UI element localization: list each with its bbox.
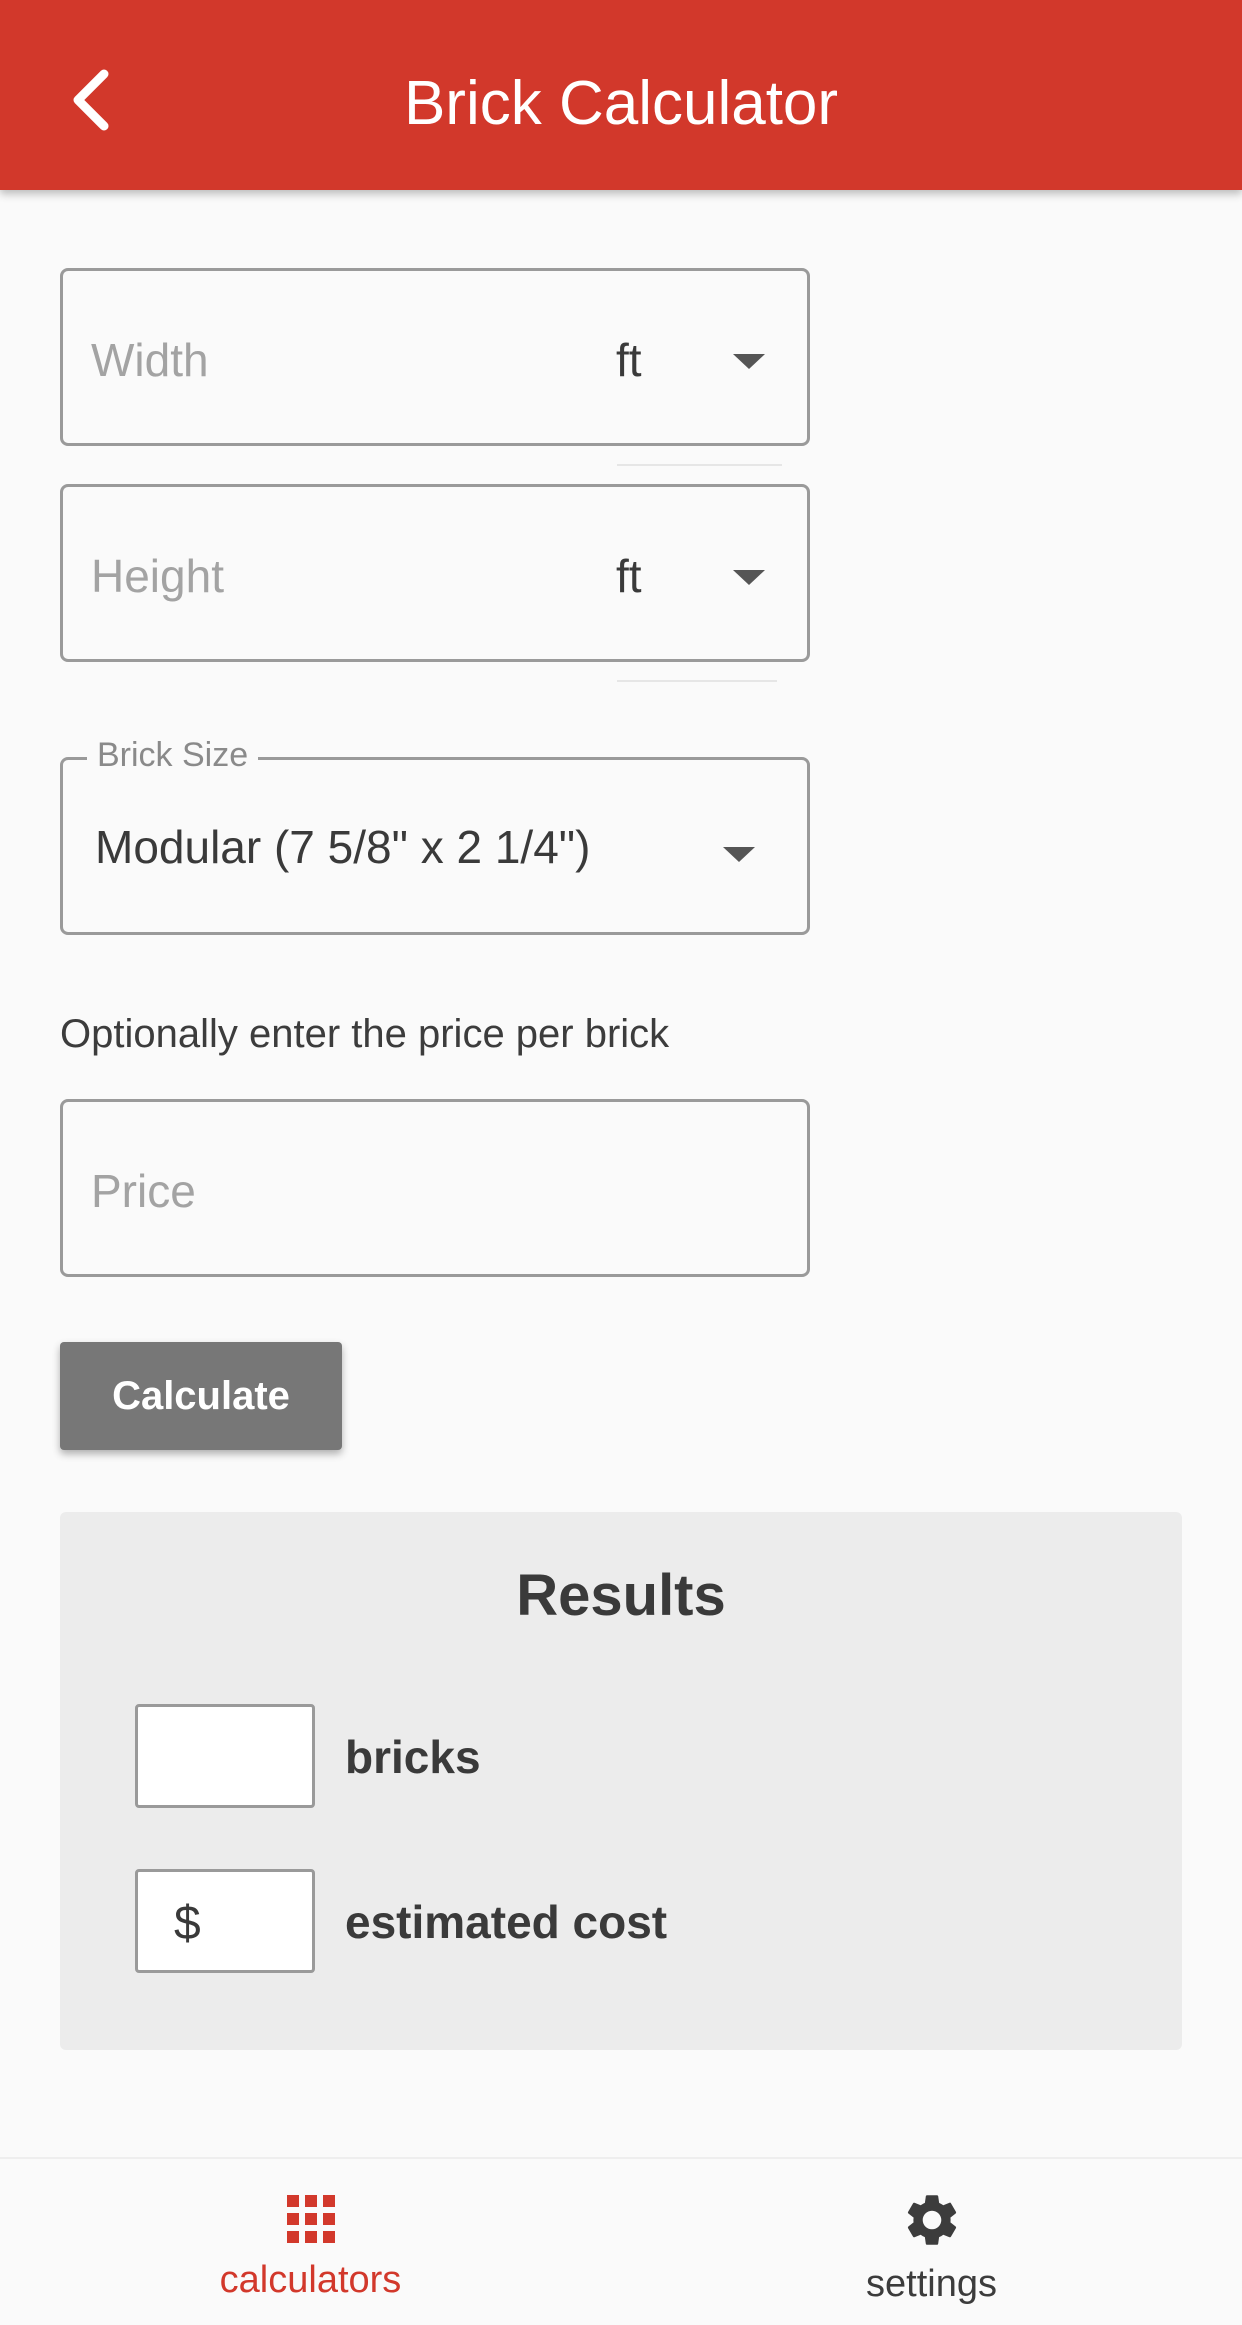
height-field[interactable]: Height ft <box>60 484 810 662</box>
bricks-result-box <box>135 1704 315 1808</box>
height-unit-underline <box>617 680 777 682</box>
app-bar: Brick Calculator <box>0 0 1242 190</box>
height-unit-select[interactable]: ft <box>616 549 642 603</box>
chevron-down-icon[interactable] <box>733 570 765 585</box>
height-input[interactable]: Height <box>91 549 224 603</box>
bricks-label: bricks <box>345 1731 481 1783</box>
width-unit-underline <box>617 464 782 466</box>
page-title: Brick Calculator <box>403 69 839 138</box>
width-field[interactable]: Width ft <box>60 268 810 446</box>
nav-label-calculators: calculators <box>219 2259 402 2301</box>
bottom-navigation: calculators settings <box>0 2157 1242 2325</box>
currency-prefix: $ <box>174 1897 201 1950</box>
nav-item-settings[interactable]: settings <box>621 2159 1242 2325</box>
results-title: Results <box>516 1563 726 1628</box>
results-panel: Results bricks $ estimated cost <box>60 1512 1182 2050</box>
cost-label: estimated cost <box>345 1896 668 1948</box>
price-field[interactable]: Price <box>60 1099 810 1277</box>
brick-size-select[interactable]: Brick Size Modular (7 5/8" x 2 1/4") <box>60 736 810 935</box>
gear-icon <box>907 2195 956 2245</box>
nav-item-calculators[interactable]: calculators <box>0 2159 621 2325</box>
brick-size-label: Brick Size <box>87 736 259 775</box>
nav-label-settings: settings <box>866 2263 997 2305</box>
price-input[interactable]: Price <box>91 1164 196 1218</box>
width-unit-select[interactable]: ft <box>616 333 642 387</box>
brick-size-value[interactable]: Modular (7 5/8" x 2 1/4") <box>95 820 590 874</box>
calculate-button[interactable]: Calculate <box>60 1342 342 1450</box>
cost-result-box: $ <box>135 1869 315 1973</box>
price-hint: Optionally enter the price per brick <box>60 1012 670 1056</box>
width-input[interactable]: Width <box>91 333 209 387</box>
chevron-down-icon[interactable] <box>733 354 765 369</box>
grid-icon <box>286 2195 335 2243</box>
chevron-down-icon[interactable] <box>723 847 755 862</box>
